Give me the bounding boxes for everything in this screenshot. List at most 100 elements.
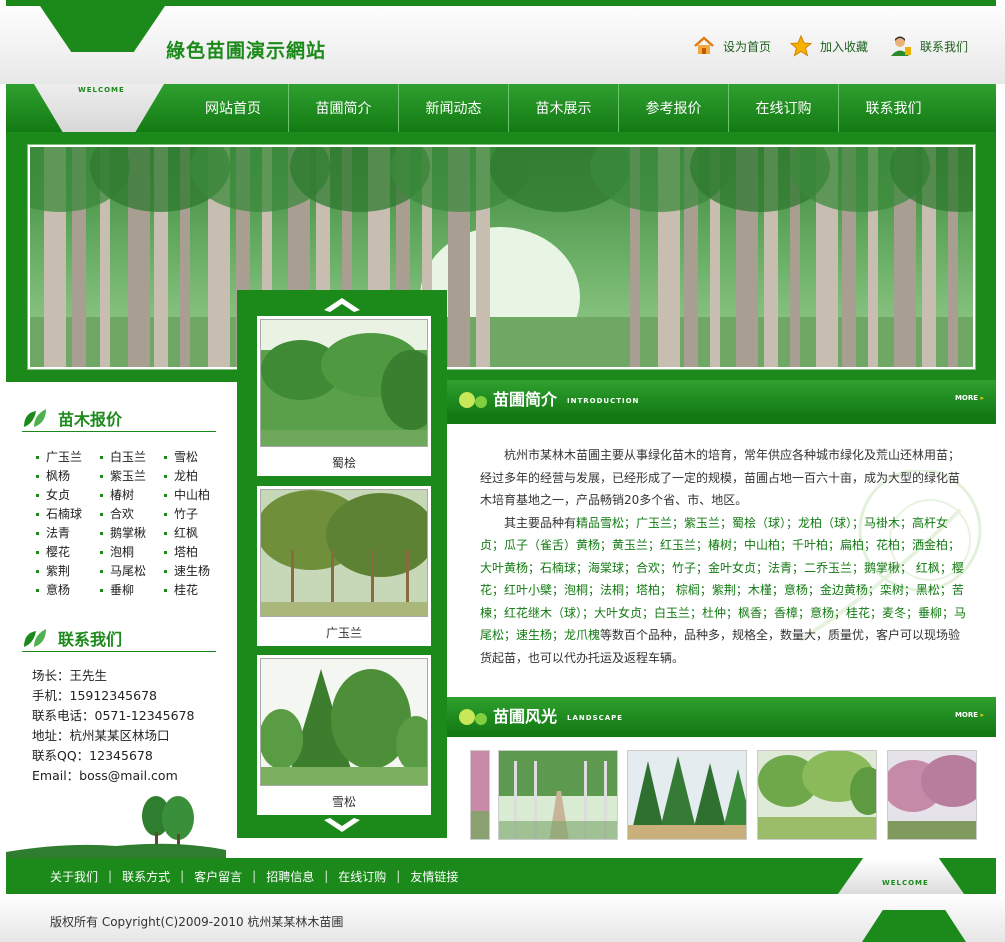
price-item[interactable]: 竹子 [164,505,216,523]
price-item[interactable]: 枫杨 [36,467,100,485]
price-item[interactable]: 鹅掌楸 [100,524,164,542]
contact-info: 场长：王先生 手机：15912345678 联系电话：0571-12345678… [32,666,222,786]
price-item[interactable]: 红枫 [164,524,216,542]
leaf-icon [24,408,46,427]
intro-lead: 其主要品种有 [504,515,577,530]
intro-title: 苗圃简介 [493,390,558,409]
product-caption: 雪松 [331,795,356,809]
welcome-text: WELCOME [78,86,125,94]
landscape-title: 苗圃风光 [493,707,558,726]
price-item[interactable]: 紫玉兰 [100,467,164,485]
more-label: MORE [954,394,979,402]
product-card[interactable]: 广玉兰 [256,485,432,647]
contact-us-label: 联系我们 [920,39,969,54]
nav-products[interactable]: 苗木展示 [508,84,618,132]
leaf-icon [24,628,46,647]
intro-more-link[interactable]: MORE ▸ [955,394,984,402]
price-item[interactable]: 速生杨 [164,562,216,580]
landscape-section-header: 苗圃风光 LANDSCAPE MORE ▸ [447,697,996,733]
more-label: MORE [954,711,979,719]
price-item[interactable]: 法青 [36,524,100,542]
site-title[interactable]: 綠色苗圃演示網站 [166,36,326,63]
price-item[interactable]: 桂花 [164,581,216,599]
banner-image [27,144,976,370]
nav-prices[interactable]: 参考报价 [618,84,728,132]
product-image[interactable] [260,658,428,786]
price-item[interactable]: 女贞 [36,486,100,504]
contact-qq: 联系QQ：12345678 [32,748,153,763]
price-item[interactable]: 塔柏 [164,543,216,561]
contact-email: Email：boss@mail.com [32,768,178,783]
price-item[interactable]: 龙柏 [164,467,216,485]
price-item[interactable]: 意杨 [36,581,100,599]
footer-link[interactable]: 在线订购 [338,868,386,885]
add-favorite-link[interactable]: 加入收藏 [789,34,869,58]
price-item[interactable]: 泡桐 [100,543,164,561]
price-item[interactable]: 垂柳 [100,581,164,599]
landscape-photo[interactable] [887,750,977,840]
price-item[interactable]: 紫荆 [36,562,100,580]
arrow-right-icon: ▸ [980,394,984,402]
price-list: 广玉兰 白玉兰 雪松枫杨 紫玉兰 龙柏女贞 椿树 中山柏石楠球 合欢 竹子法青 鹅掌楸 红枫樱花 泡桐… [36,448,216,599]
nav-contact[interactable]: 联系我们 [838,84,948,132]
footer-link[interactable]: 关于我们 [50,868,98,885]
user-icon [890,35,912,57]
intro-text: 杭州市某林木苗圃主要从事绿化苗木的培育，常年供应各种城市绿化及荒山还林用苗；经过… [480,444,970,669]
product-card[interactable]: 雪松 [256,654,432,816]
footer-separator: | [396,869,401,883]
intro-section-header: 苗圃简介 INTRODUCTION MORE ▸ [447,380,996,416]
landscape-more-link[interactable]: MORE ▸ [955,711,984,719]
chevron-down-icon [324,818,360,832]
footer-link[interactable]: 招聘信息 [266,868,314,885]
footer-link[interactable]: 友情链接 [410,868,458,885]
header-top-stripe [6,0,996,6]
price-item[interactable]: 白玉兰 [100,448,164,466]
intro-paragraph-1: 杭州市某林木苗圃主要从事绿化苗木的培育，常年供应各种城市绿化及荒山还林用苗；经过… [480,448,961,507]
landscape-photo[interactable] [498,750,618,840]
nav-news[interactable]: 新闻动态 [398,84,508,132]
scroll-up-button[interactable] [237,296,447,312]
footer-separator: | [324,869,329,883]
footer-separator: | [252,869,257,883]
landscape-photo[interactable] [757,750,877,840]
footer-separator: | [108,869,113,883]
price-section-title: 苗木报价 [22,404,216,432]
footer-link[interactable]: 客户留言 [194,868,242,885]
nav-about[interactable]: 苗圃简介 [288,84,398,132]
price-item[interactable]: 马尾松 [100,562,164,580]
contact-title: 联系我们 [58,629,123,649]
copyright: 版权所有 Copyright(C)2009-2010 杭州某某林木苗圃 [50,915,344,929]
price-item[interactable]: 合欢 [100,505,164,523]
intro-header-sub [447,416,996,424]
chevron-up-icon [324,298,360,312]
product-caption: 蜀桧 [331,456,356,470]
price-item[interactable]: 雪松 [164,448,216,466]
contact-mobile: 手机：15912345678 [32,688,157,703]
nav-order[interactable]: 在线订购 [728,84,838,132]
price-item[interactable]: 石楠球 [36,505,100,523]
footer-welcome-text: WELCOME [882,879,929,887]
scroll-down-button[interactable] [237,818,447,834]
set-homepage-link[interactable]: 设为首页 [693,34,771,58]
landscape-photo[interactable] [627,750,747,840]
price-item[interactable]: 樱花 [36,543,100,561]
price-item[interactable]: 广玉兰 [36,448,100,466]
grass-decoration [6,794,226,858]
price-item[interactable]: 中山柏 [164,486,216,504]
arrow-right-icon: ▸ [980,711,984,719]
contact-us-toplink[interactable]: 联系我们 [890,34,968,58]
product-card[interactable]: 蜀桧 [256,315,432,477]
footer-link[interactable]: 联系方式 [122,868,170,885]
intro-english: INTRODUCTION [567,397,640,405]
nav-home[interactable]: 网站首页 [178,84,288,132]
price-title: 苗木报价 [58,409,123,429]
landscape-photo[interactable] [470,750,490,840]
variety-list[interactable]: 精品雪松；广玉兰；紫玉兰；蜀桧（球）；龙柏（球）；马褂木；高杆女贞；瓜子（雀舌）… [480,516,966,643]
footer-separator: | [180,869,185,883]
product-image[interactable] [260,319,428,447]
dots-icon [459,709,487,725]
add-favorite-label: 加入收藏 [820,39,869,54]
product-image[interactable] [260,489,428,617]
star-icon [789,34,813,57]
price-item[interactable]: 椿树 [100,486,164,504]
